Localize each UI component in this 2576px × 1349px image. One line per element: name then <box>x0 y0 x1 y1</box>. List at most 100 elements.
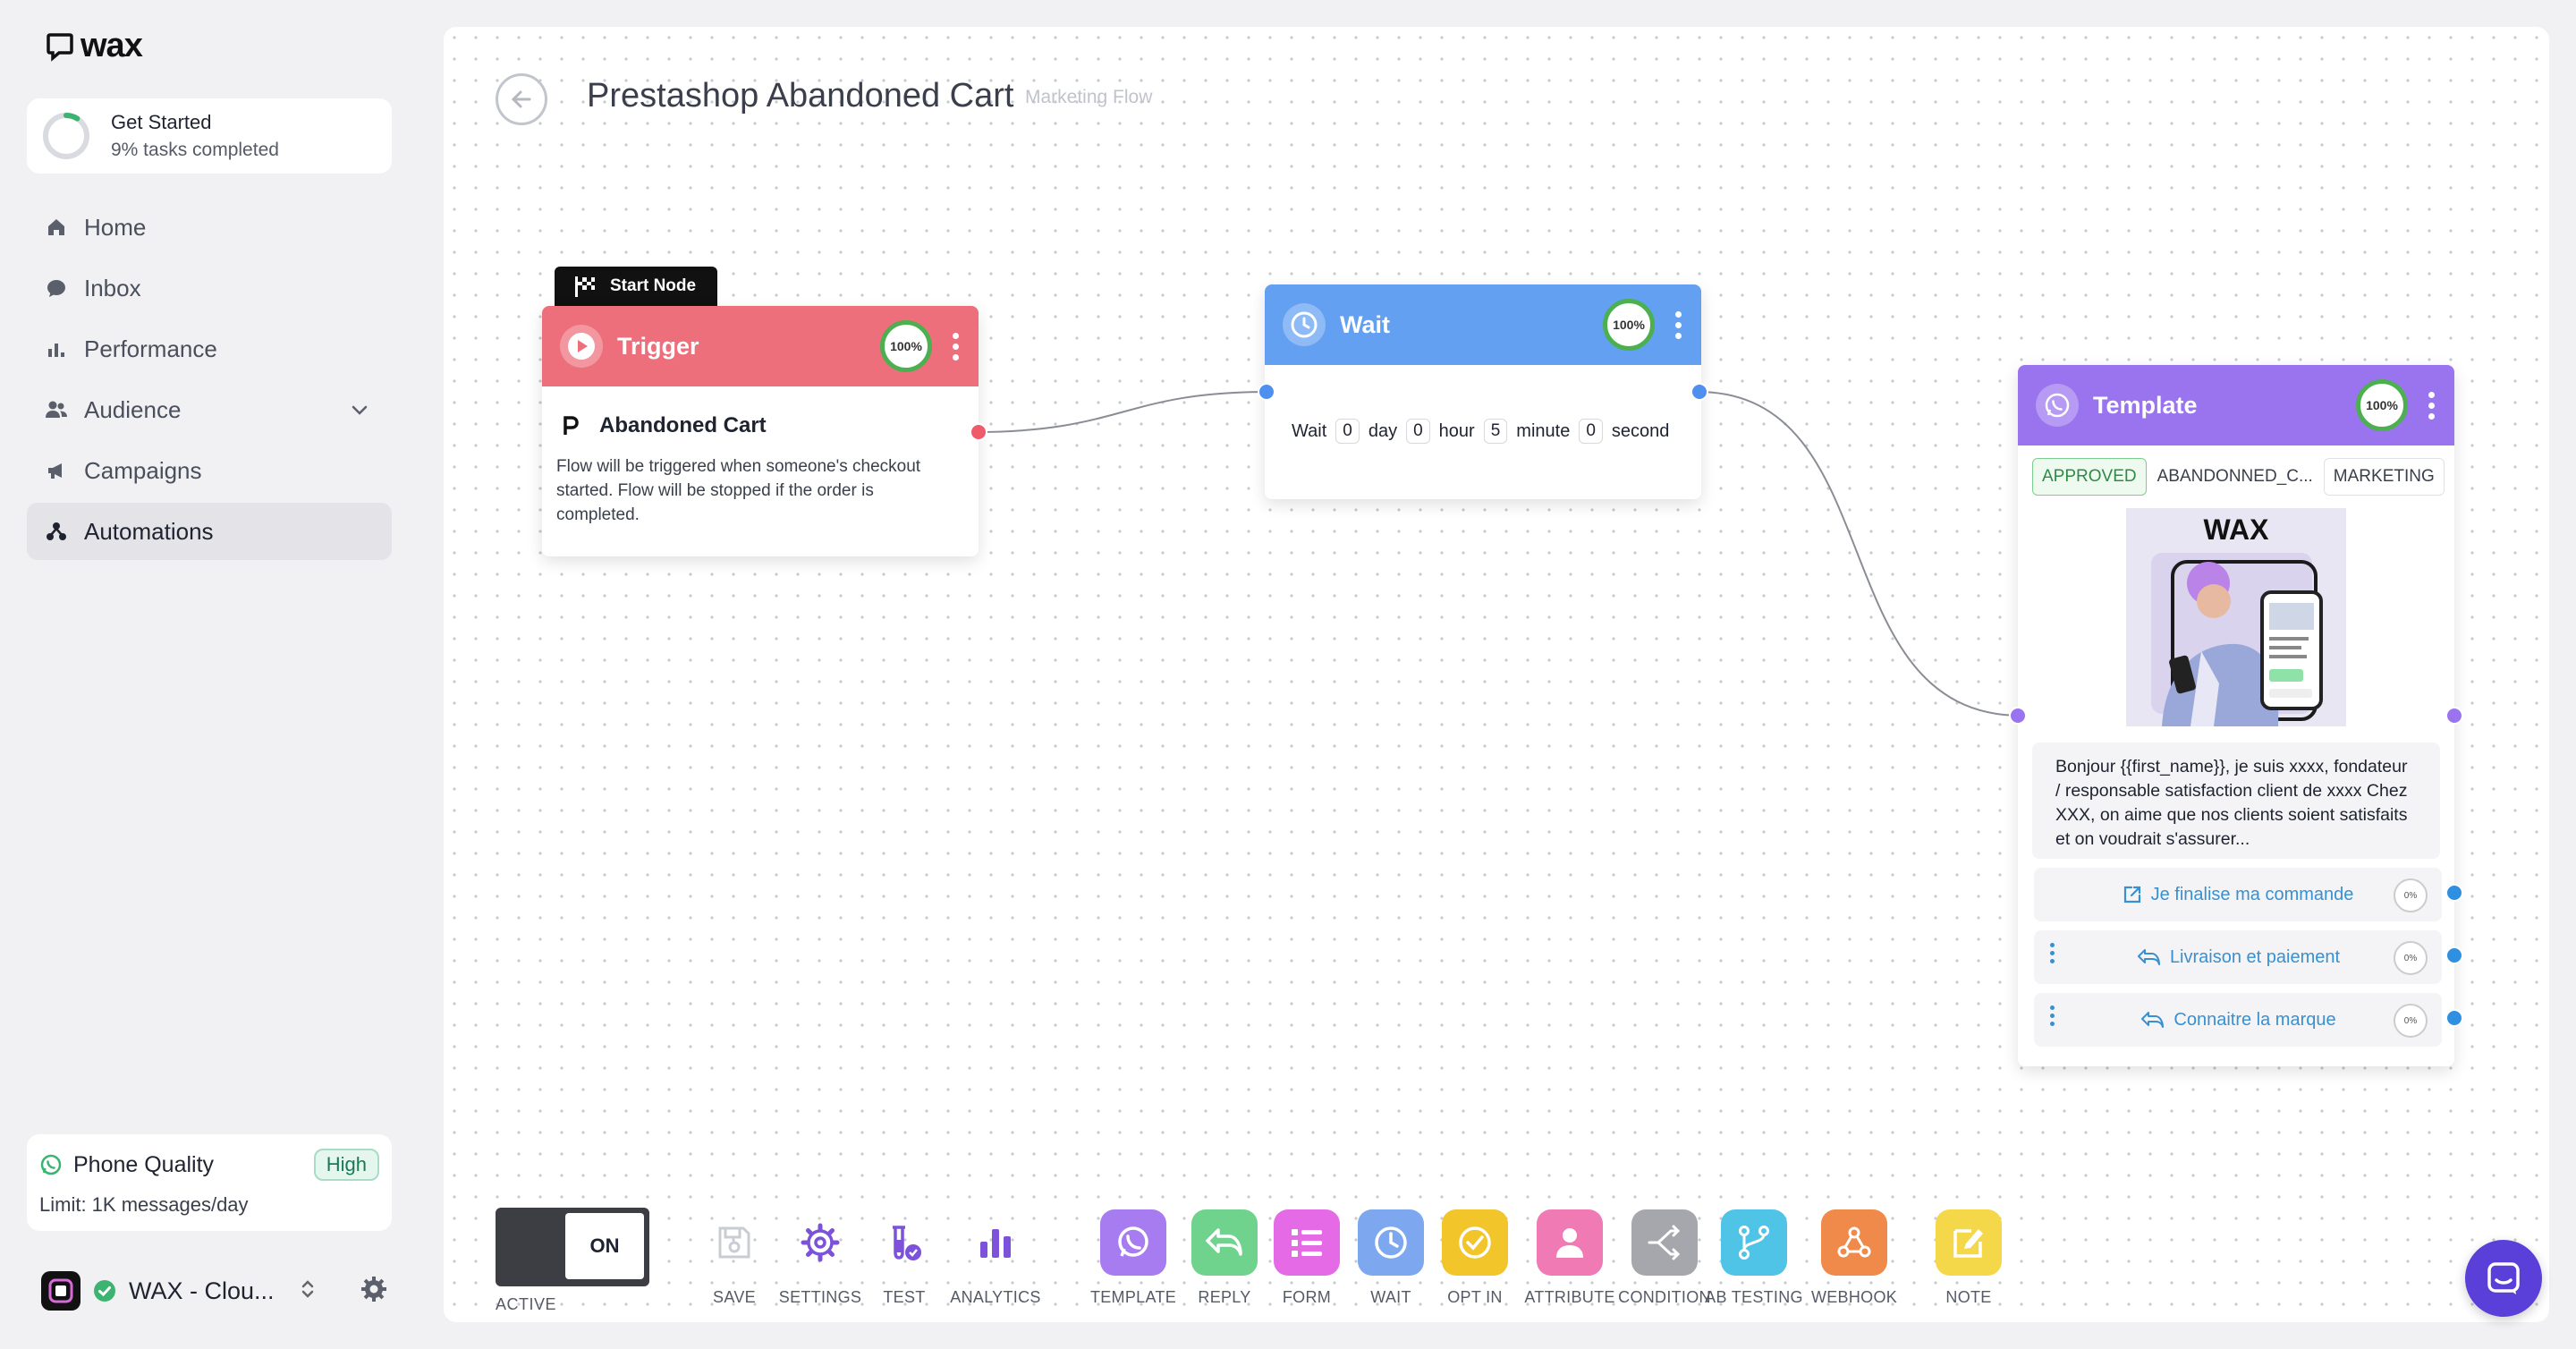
flow-title[interactable]: Prestashop Abandoned Cart <box>587 77 1013 115</box>
reply-icon <box>2136 947 2161 967</box>
person-with-phone-illustration <box>2151 553 2323 726</box>
nav-item-performance[interactable]: Performance <box>27 320 392 378</box>
support-chat-button[interactable] <box>2465 1240 2542 1317</box>
more-options-icon[interactable] <box>1662 302 1694 347</box>
tool-label: ATTRIBUTE <box>1524 1288 1615 1306</box>
button-output-port[interactable] <box>2445 1009 2463 1027</box>
chevron-updown-icon[interactable] <box>300 1277 316 1305</box>
template-category-badge: MARKETING <box>2323 458 2445 496</box>
wait-hour-value[interactable]: 0 <box>1406 419 1430 444</box>
trigger-description: Flow will be triggered when someone's ch… <box>556 457 921 524</box>
account-switcher[interactable]: WAX - Clou... <box>41 1268 395 1313</box>
nav-item-campaigns[interactable]: Campaigns <box>27 442 392 499</box>
nav-label-performance: Performance <box>84 335 217 362</box>
wait-second-value[interactable]: 0 <box>1579 419 1603 444</box>
form-icon <box>1274 1209 1340 1276</box>
gear-icon[interactable] <box>360 1275 388 1308</box>
button-output-port[interactable] <box>2445 946 2463 964</box>
template-button-finalize-order[interactable]: Je finalise ma commande 0% <box>2034 868 2463 921</box>
analytics-button[interactable]: ANALYTICS <box>946 1209 1045 1307</box>
wait-node-header[interactable]: Wait 100% <box>1265 284 1701 365</box>
template-output-port[interactable] <box>2445 707 2463 725</box>
chat-icon <box>45 276 68 300</box>
more-options-icon[interactable] <box>2415 383 2447 428</box>
nav-label-home: Home <box>84 213 147 241</box>
trigger-node-title: Trigger <box>617 332 699 360</box>
button-output-port[interactable] <box>2445 884 2463 902</box>
save-icon <box>701 1209 767 1276</box>
nav-label-audience: Audience <box>84 395 182 423</box>
wait-input-port[interactable] <box>1258 383 1275 401</box>
template-node[interactable]: Template 100% APPROVED ABANDONNED_C... M… <box>2009 365 2463 1066</box>
megaphone-icon <box>45 459 68 482</box>
flow-canvas[interactable]: Prestashop Abandoned Cart Marketing Flow… <box>444 27 2549 1322</box>
wait-minute-label: minute <box>1516 420 1571 441</box>
trigger-node[interactable]: Trigger 100% Abandoned Cart Flow will be… <box>542 306 987 556</box>
connection-wait-template <box>1697 391 2022 717</box>
more-options-icon[interactable] <box>939 324 971 369</box>
template-node-header[interactable]: Template 100% <box>2018 365 2454 445</box>
template-input-port[interactable] <box>2009 707 2027 725</box>
wait-day-value[interactable]: 0 <box>1335 419 1360 444</box>
connection-trigger-wait <box>973 391 1269 433</box>
trigger-node-header[interactable]: Trigger 100% <box>542 306 979 386</box>
phone-quality-card[interactable]: Phone Quality High Limit: 1K messages/da… <box>27 1134 392 1231</box>
wait-prefix: Wait <box>1292 420 1327 441</box>
nav-item-inbox[interactable]: Inbox <box>27 259 392 317</box>
wait-output-port[interactable] <box>1690 383 1708 401</box>
active-toggle[interactable]: ON <box>496 1208 649 1286</box>
user-icon <box>1537 1209 1603 1276</box>
add-webhook-node-button[interactable]: WEBHOOK <box>1805 1209 1903 1307</box>
add-attribute-node-button[interactable]: ATTRIBUTE <box>1521 1209 1619 1307</box>
nav-label-automations: Automations <box>84 517 214 545</box>
wait-node[interactable]: Wait 100% Wait 0 day 0 hour 5 minute 0 s… <box>1258 284 1708 499</box>
shuffle-icon <box>1631 1209 1698 1276</box>
automation-icon <box>45 520 68 543</box>
trigger-completion-badge: 100% <box>880 320 932 372</box>
tool-label: ANALYTICS <box>950 1288 1041 1306</box>
message-limit: Limit: 1K messages/day <box>39 1193 249 1216</box>
template-button-delivery-payment[interactable]: Livraison et paiement 0% <box>2034 930 2463 984</box>
bar-chart-icon <box>45 337 68 361</box>
add-template-node-button[interactable]: TEMPLATE <box>1084 1209 1182 1307</box>
webhook-icon <box>1821 1209 1887 1276</box>
wait-hour-label: hour <box>1438 420 1475 441</box>
branch-icon <box>1721 1209 1787 1276</box>
get-started-progress: 9% tasks completed <box>111 140 279 160</box>
bar-chart-icon <box>962 1209 1029 1276</box>
add-ab-testing-node-button[interactable]: AB TESTING <box>1705 1209 1803 1307</box>
wait-second-label: second <box>1611 420 1670 441</box>
test-button[interactable]: TEST <box>855 1209 953 1307</box>
reply-icon <box>2140 1010 2165 1030</box>
template-node-title: Template <box>2093 391 2198 419</box>
wax-logo-icon <box>47 32 73 62</box>
template-button-label: Livraison et paiement <box>2169 946 2341 967</box>
tool-label: AB TESTING <box>1705 1288 1803 1306</box>
add-note-button[interactable]: NOTE <box>1919 1209 2018 1307</box>
prestashop-icon <box>564 416 579 435</box>
wait-minute-value[interactable]: 5 <box>1483 419 1508 444</box>
more-options-icon[interactable] <box>2050 1005 2055 1026</box>
template-button-know-brand[interactable]: Connaitre la marque 0% <box>2034 993 2463 1047</box>
checkered-flag-icon <box>575 276 595 297</box>
template-header-image: WAX <box>2126 508 2346 726</box>
template-button-label: Je finalise ma commande <box>2150 884 2354 904</box>
add-condition-node-button[interactable]: CONDITION <box>1615 1209 1714 1307</box>
wax-logo[interactable]: wax <box>45 27 143 65</box>
save-button[interactable]: SAVE <box>685 1209 784 1307</box>
nav-item-audience[interactable]: Audience <box>27 381 392 438</box>
add-optin-node-button[interactable]: OPT IN <box>1426 1209 1524 1307</box>
template-message-body: Bonjour {{first_name}}, je suis xxxx, fo… <box>2032 742 2440 859</box>
back-button[interactable] <box>496 73 547 125</box>
note-icon <box>1936 1209 2002 1276</box>
trigger-output-port[interactable] <box>970 423 987 441</box>
verified-icon <box>94 1280 115 1302</box>
template-button-label: Connaitre la marque <box>2174 1009 2336 1030</box>
flask-icon <box>871 1209 937 1276</box>
nav-item-automations[interactable]: Automations <box>27 503 392 560</box>
more-options-icon[interactable] <box>2050 943 2055 963</box>
nav-item-home[interactable]: Home <box>27 199 392 256</box>
chevron-down-icon[interactable] <box>349 399 370 427</box>
nav-label-inbox: Inbox <box>84 274 141 301</box>
get-started-card[interactable]: Get Started 9% tasks completed <box>27 98 392 174</box>
